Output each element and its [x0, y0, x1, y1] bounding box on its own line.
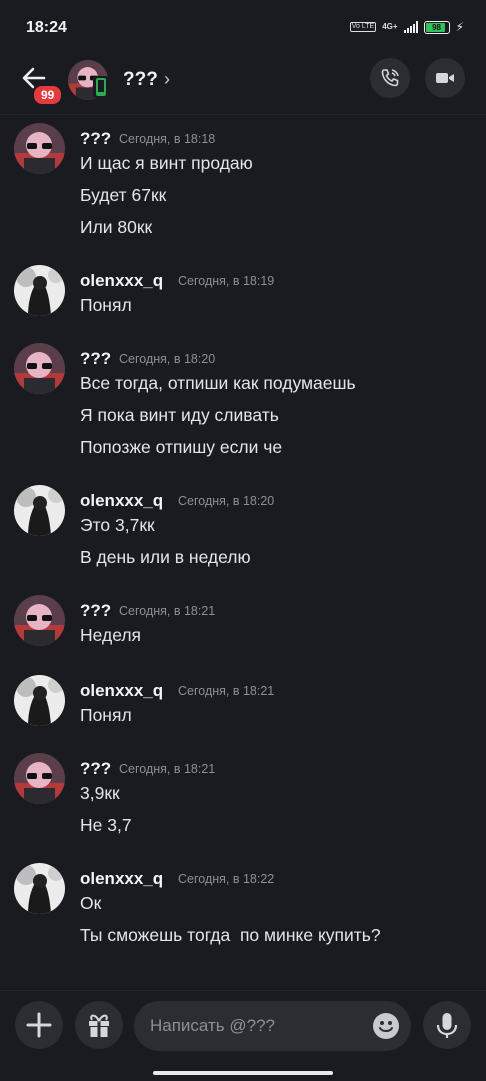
- message-timestamp: Сегодня, в 18:19: [178, 274, 275, 288]
- battery-icon: 98: [423, 20, 450, 34]
- add-attachment-button[interactable]: [15, 1001, 63, 1049]
- message-input-placeholder: Написать @???: [150, 1016, 276, 1035]
- message-author[interactable]: ???: [80, 349, 111, 369]
- message-author[interactable]: ???: [80, 601, 111, 621]
- battery-percent: 98: [432, 22, 442, 32]
- message-text[interactable]: Не 3,7: [80, 815, 132, 836]
- avatar[interactable]: [14, 753, 65, 804]
- chat-header: 99 ??? ›: [0, 56, 486, 115]
- message-author[interactable]: olenxxx_q: [80, 869, 163, 889]
- message-author[interactable]: olenxxx_q: [80, 491, 163, 511]
- volte-icon: Vo LTE: [349, 22, 377, 32]
- gift-icon: [89, 1014, 109, 1037]
- gift-button[interactable]: [75, 1001, 123, 1049]
- message-timestamp: Сегодня, в 18:20: [178, 494, 275, 508]
- message-text[interactable]: Или 80кк: [80, 217, 152, 238]
- avatar[interactable]: [14, 595, 65, 646]
- avatar[interactable]: [14, 863, 65, 914]
- message-text[interactable]: Неделя: [80, 625, 141, 646]
- signal-icon: [403, 21, 418, 33]
- message-text[interactable]: Это 3,7кк: [80, 515, 155, 536]
- network-type: 4G+: [382, 22, 398, 31]
- microphone-icon: [436, 1013, 458, 1038]
- message-timestamp: Сегодня, в 18:18: [119, 132, 216, 146]
- message-text[interactable]: Понял: [80, 705, 132, 726]
- message-author[interactable]: olenxxx_q: [80, 271, 163, 291]
- avatar[interactable]: [14, 123, 65, 174]
- message-text[interactable]: Все тогда, отпиши как подумаешь: [80, 373, 356, 394]
- phone-call-icon: [381, 69, 399, 87]
- voice-message-button[interactable]: [423, 1001, 471, 1049]
- message-text[interactable]: Я пока винт иду сливать: [80, 405, 279, 426]
- message-author[interactable]: ???: [80, 759, 111, 779]
- chevron-right-icon[interactable]: ›: [164, 69, 170, 90]
- message-text[interactable]: 3,9кк: [80, 783, 120, 804]
- voice-call-button[interactable]: [370, 58, 410, 98]
- message-input[interactable]: Написать @???: [134, 1001, 411, 1051]
- message-text[interactable]: Ок: [80, 893, 101, 914]
- message-text[interactable]: Будет 67кк: [80, 185, 166, 206]
- message-timestamp: Сегодня, в 18:21: [178, 684, 275, 698]
- charging-icon: ⚡: [455, 20, 464, 34]
- message-timestamp: Сегодня, в 18:21: [119, 762, 216, 776]
- message-text[interactable]: Ты сможешь тогда по минке купить?: [80, 925, 381, 946]
- message-text[interactable]: Попозже отпишу если че: [80, 437, 282, 458]
- mobile-status-icon: [93, 76, 109, 98]
- video-camera-icon: [436, 73, 454, 83]
- plus-icon: [26, 1012, 52, 1038]
- message-timestamp: Сегодня, в 18:20: [119, 352, 216, 366]
- avatar[interactable]: [14, 485, 65, 536]
- emoji-button[interactable]: [373, 1013, 399, 1039]
- emoji-icon: [379, 1021, 393, 1032]
- message-timestamp: Сегодня, в 18:21: [119, 604, 216, 618]
- status-time: 18:24: [26, 19, 67, 36]
- message-text[interactable]: В день или в неделю: [80, 547, 251, 568]
- message-text[interactable]: И щас я винт продаю: [80, 153, 253, 174]
- message-author[interactable]: ???: [80, 129, 111, 149]
- video-call-button[interactable]: [425, 58, 465, 98]
- avatar[interactable]: [14, 343, 65, 394]
- message-composer: Написать @???: [0, 990, 486, 1081]
- avatar[interactable]: [14, 675, 65, 726]
- message-timestamp: Сегодня, в 18:22: [178, 872, 275, 886]
- status-bar: 18:24 Vo LTE 4G+ 98 ⚡: [0, 0, 486, 56]
- status-icons: Vo LTE 4G+ 98 ⚡: [349, 20, 464, 34]
- unread-badge: 99: [32, 84, 64, 106]
- home-indicator[interactable]: [153, 1071, 333, 1075]
- message-author[interactable]: olenxxx_q: [80, 681, 163, 701]
- avatar[interactable]: [14, 265, 65, 316]
- conversation-title[interactable]: ???: [123, 69, 158, 91]
- message-text[interactable]: Понял: [80, 295, 132, 316]
